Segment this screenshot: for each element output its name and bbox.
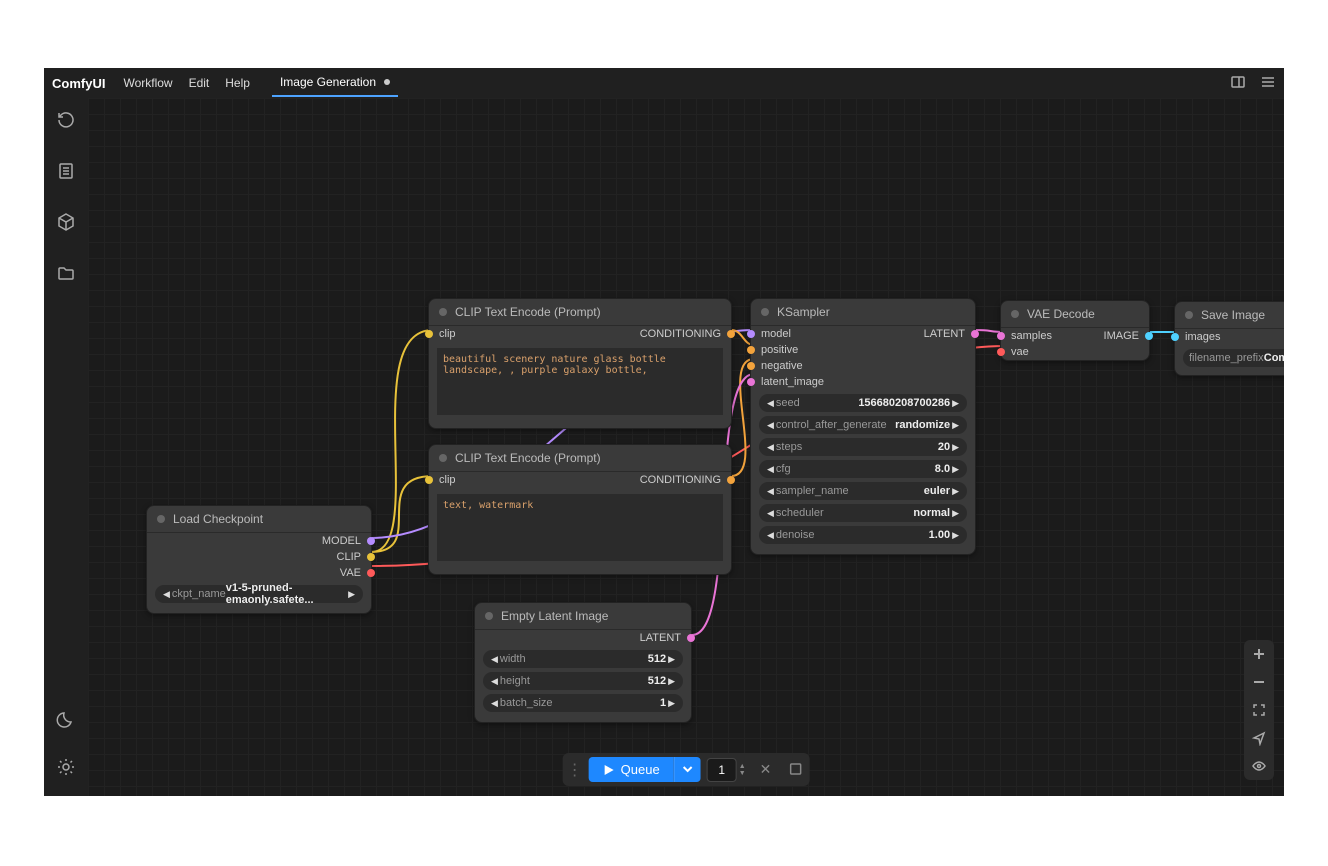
output-latent[interactable]: LATENT <box>914 326 975 342</box>
widget-steps[interactable]: ◀steps20▶ <box>759 438 967 456</box>
output-conditioning[interactable]: CONDITIONING <box>580 472 731 488</box>
fit-view-button[interactable] <box>1244 696 1274 724</box>
input-negative[interactable]: negative <box>751 358 975 374</box>
tab-label: Image Generation <box>280 75 376 89</box>
folder-icon[interactable] <box>56 263 76 288</box>
input-clip[interactable]: clip <box>429 472 580 488</box>
widget-cfg[interactable]: ◀cfg8.0▶ <box>759 460 967 478</box>
widget-denoise[interactable]: ◀denoise1.00▶ <box>759 526 967 544</box>
node-ksampler[interactable]: KSampler model LATENT positive negative … <box>750 298 976 555</box>
moon-icon[interactable] <box>56 710 76 735</box>
queue-button[interactable]: Queue <box>589 757 674 782</box>
zoom-out-button[interactable] <box>1244 668 1274 696</box>
chevron-left-icon: ◀ <box>161 589 172 600</box>
widget-sampler-name[interactable]: ◀sampler_nameeuler▶ <box>759 482 967 500</box>
output-vae[interactable]: VAE <box>147 565 371 581</box>
eye-icon[interactable] <box>1244 752 1274 780</box>
widget-scheduler[interactable]: ◀schedulernormal▶ <box>759 504 967 522</box>
dirty-indicator-icon <box>384 79 390 85</box>
widget-height[interactable]: ◀height512▶ <box>483 672 683 690</box>
zoom-in-button[interactable] <box>1244 640 1274 668</box>
output-model[interactable]: MODEL <box>147 533 371 549</box>
view-controls <box>1244 640 1274 780</box>
batch-count-input[interactable]: 1 <box>707 758 737 782</box>
tab-image-generation[interactable]: Image Generation <box>272 69 398 97</box>
menu-help[interactable]: Help <box>225 76 250 90</box>
node-vae-decode[interactable]: VAE Decode samples IMAGE vae <box>1000 300 1150 361</box>
node-clip-positive[interactable]: CLIP Text Encode (Prompt) clip CONDITION… <box>428 298 732 429</box>
widget-seed[interactable]: ◀seed156680208700286▶ <box>759 394 967 412</box>
sidebar <box>44 98 88 796</box>
chevron-down-icon <box>683 764 693 774</box>
queue-icon[interactable] <box>56 161 76 186</box>
cancel-icon[interactable]: ✕ <box>756 757 776 782</box>
cube-icon[interactable] <box>56 212 76 237</box>
input-vae[interactable]: vae <box>1001 344 1149 360</box>
node-title[interactable]: VAE Decode <box>1001 301 1149 328</box>
play-icon <box>603 764 615 776</box>
menu-workflow[interactable]: Workflow <box>123 76 172 90</box>
count-down-icon[interactable]: ▼ <box>739 770 746 777</box>
node-title[interactable]: Empty Latent Image <box>475 603 691 630</box>
queue-dropdown-button[interactable] <box>674 757 701 782</box>
node-empty-latent[interactable]: Empty Latent Image LATENT ◀width512▶ ◀he… <box>474 602 692 723</box>
count-up-icon[interactable]: ▲ <box>739 763 746 770</box>
panel-toggle-icon[interactable] <box>1230 74 1246 93</box>
prompt-textarea[interactable] <box>437 494 723 561</box>
output-latent[interactable]: LATENT <box>475 630 691 646</box>
output-conditioning[interactable]: CONDITIONING <box>580 326 731 342</box>
node-clip-negative[interactable]: CLIP Text Encode (Prompt) clip CONDITION… <box>428 444 732 575</box>
node-title[interactable]: CLIP Text Encode (Prompt) <box>429 299 731 326</box>
queue-bar: ⋮ Queue 1 ▲▼ ✕ <box>563 753 810 786</box>
prompt-textarea[interactable] <box>437 348 723 415</box>
drag-handle-icon[interactable]: ⋮ <box>567 760 583 780</box>
input-clip[interactable]: clip <box>429 326 580 342</box>
input-positive[interactable]: positive <box>751 342 975 358</box>
widget-control-after-generate[interactable]: ◀control_after_generaterandomize▶ <box>759 416 967 434</box>
stop-icon[interactable] <box>785 758 805 782</box>
output-image[interactable]: IMAGE <box>1094 328 1149 344</box>
menubar: ComfyUI Workflow Edit Help Image Generat… <box>44 68 1284 98</box>
node-canvas[interactable]: Load Checkpoint MODEL CLIP VAE ◀ckpt_nam… <box>88 98 1284 796</box>
input-images[interactable]: images <box>1175 329 1284 345</box>
node-title[interactable]: Load Checkpoint <box>147 506 371 533</box>
locate-button[interactable] <box>1244 724 1274 752</box>
node-title[interactable]: Save Image <box>1175 302 1284 329</box>
node-save-image[interactable]: Save Image images filename_prefixComfyUI <box>1174 301 1284 376</box>
widget-ckpt-name[interactable]: ◀ckpt_namev1-5-pruned-emaonly.safete...▶ <box>155 585 363 603</box>
history-icon[interactable] <box>56 110 76 135</box>
widget-width[interactable]: ◀width512▶ <box>483 650 683 668</box>
app-logo: ComfyUI <box>52 76 105 91</box>
widget-batch-size[interactable]: ◀batch_size1▶ <box>483 694 683 712</box>
node-load-checkpoint[interactable]: Load Checkpoint MODEL CLIP VAE ◀ckpt_nam… <box>146 505 372 614</box>
output-clip[interactable]: CLIP <box>147 549 371 565</box>
hamburger-icon[interactable] <box>1260 74 1276 93</box>
widget-filename-prefix[interactable]: filename_prefixComfyUI <box>1183 349 1284 367</box>
input-latent-image[interactable]: latent_image <box>751 374 975 390</box>
node-title[interactable]: KSampler <box>751 299 975 326</box>
menu-edit[interactable]: Edit <box>189 76 210 90</box>
gear-icon[interactable] <box>56 757 76 782</box>
node-title[interactable]: CLIP Text Encode (Prompt) <box>429 445 731 472</box>
chevron-right-icon: ▶ <box>346 589 357 600</box>
